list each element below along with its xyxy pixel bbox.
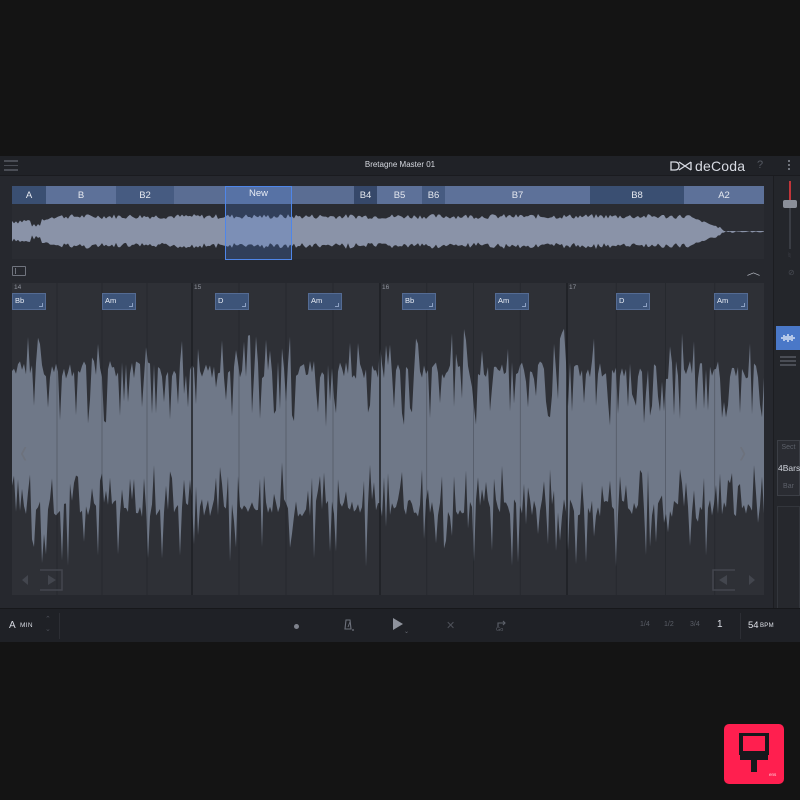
shuffle-icon[interactable]: ✕ bbox=[446, 619, 455, 632]
badge-sub-label: ens bbox=[769, 772, 777, 777]
loop-end-icon[interactable] bbox=[711, 569, 757, 591]
collapse-chevron-icon[interactable]: ︿ bbox=[747, 265, 761, 278]
chord-chip[interactable]: Am bbox=[714, 293, 748, 310]
waveform-icon bbox=[781, 334, 795, 342]
section-selection[interactable]: New bbox=[225, 186, 292, 260]
key-letter: A bbox=[9, 620, 16, 631]
loop-icon[interactable] bbox=[12, 266, 26, 276]
chord-chip[interactable]: Am bbox=[102, 293, 136, 310]
speed-three-quarter[interactable]: 3/4 bbox=[690, 621, 700, 628]
chord-chip[interactable]: Bb bbox=[402, 293, 436, 310]
bar-number: 16 bbox=[382, 284, 390, 291]
sidebar-panel bbox=[777, 506, 800, 610]
watermark-badge[interactable]: ens bbox=[724, 724, 784, 784]
section-block[interactable]: A2 bbox=[684, 186, 764, 204]
overview-waveform-graphic bbox=[12, 214, 764, 250]
section-block[interactable]: B2 bbox=[116, 186, 174, 204]
volume-level-indicator bbox=[789, 181, 791, 201]
overview-waveform-shape bbox=[12, 214, 764, 250]
speed-full[interactable]: 1 bbox=[717, 619, 723, 630]
record-icon[interactable] bbox=[294, 624, 299, 629]
goto-button[interactable]: Go bbox=[496, 616, 510, 636]
screen: Bretagne Master 01 deCoda ? A B B2 B4 B5 B6 B7… bbox=[0, 0, 800, 800]
decoda-app: Bretagne Master 01 deCoda ? A B B2 B4 B5 B6 B7… bbox=[0, 156, 800, 642]
more-options-icon[interactable] bbox=[787, 160, 791, 172]
metronome-icon[interactable] bbox=[343, 618, 355, 632]
tempo-value[interactable]: 54 bbox=[748, 620, 759, 631]
loop-longer-option[interactable]: Bar bbox=[778, 483, 799, 490]
section-block[interactable]: B bbox=[46, 186, 116, 204]
detail-waveform-area[interactable] bbox=[12, 283, 764, 595]
help-icon[interactable]: ? bbox=[757, 159, 763, 171]
pitch-icon[interactable]: ♮ bbox=[788, 251, 791, 260]
transport-bar: A MIN ⌃ ⌄ ⌄ ✕ Go 1/4 1/2 3/4 1 54 BPM bbox=[0, 608, 800, 642]
section-bar: A B B2 B4 B5 B6 B7 B8 A2 bbox=[12, 186, 764, 204]
chord-chip[interactable]: D bbox=[215, 293, 249, 310]
waveform-view-button[interactable] bbox=[776, 326, 800, 350]
selection-label: New bbox=[248, 188, 268, 199]
bar-number: 14 bbox=[14, 284, 22, 291]
section-block[interactable]: B8 bbox=[590, 186, 684, 204]
volume-slider-thumb[interactable] bbox=[783, 200, 797, 208]
section-block[interactable]: A bbox=[12, 186, 46, 204]
section-block[interactable]: B7 bbox=[445, 186, 590, 204]
tempo-unit: BPM bbox=[760, 622, 774, 629]
chord-chip[interactable]: Am bbox=[495, 293, 529, 310]
chord-chip[interactable]: D bbox=[616, 293, 650, 310]
play-options-chevron-icon[interactable]: ⌄ bbox=[404, 628, 409, 635]
section-block[interactable]: B5 bbox=[377, 186, 422, 204]
section-block[interactable]: B4 bbox=[354, 186, 377, 204]
loop-length-selector[interactable]: Sect 4Bars Bar bbox=[777, 440, 800, 496]
goto-label: Go bbox=[496, 627, 504, 633]
list-view-icon[interactable] bbox=[780, 356, 796, 368]
app-logo: deCoda bbox=[670, 157, 745, 175]
divider bbox=[59, 613, 60, 639]
chord-chip[interactable]: Am bbox=[308, 293, 342, 310]
speed-quarter[interactable]: 1/4 bbox=[640, 621, 650, 628]
decoda-logo-icon bbox=[670, 161, 692, 171]
right-sidebar: ♮ ⊘ Sect 4Bars Bar bbox=[773, 176, 800, 622]
next-page-icon[interactable]: › bbox=[739, 433, 746, 472]
speed-half[interactable]: 1/2 bbox=[664, 621, 674, 628]
overview-waveform[interactable] bbox=[12, 204, 764, 259]
logo-text: deCoda bbox=[695, 158, 746, 174]
loop-start-icon[interactable] bbox=[20, 569, 64, 591]
section-block[interactable]: B6 bbox=[422, 186, 445, 204]
previous-page-icon[interactable]: ‹ bbox=[20, 433, 27, 472]
key-mode: MIN bbox=[20, 622, 33, 629]
divider bbox=[740, 613, 741, 639]
badge-logo-icon bbox=[739, 733, 769, 772]
loop-length-value: 4Bars bbox=[778, 463, 800, 473]
loop-shorter-option[interactable]: Sect bbox=[778, 444, 799, 451]
speed-icon[interactable]: ⊘ bbox=[788, 268, 795, 277]
bar-number: 15 bbox=[194, 284, 202, 291]
play-icon[interactable] bbox=[393, 618, 403, 630]
bar-number: 17 bbox=[569, 284, 577, 291]
chord-chip[interactable]: Bb bbox=[12, 293, 46, 310]
key-stepper-icon[interactable]: ⌃ ⌄ bbox=[45, 615, 51, 635]
title-bar: Bretagne Master 01 deCoda ? bbox=[0, 156, 800, 176]
